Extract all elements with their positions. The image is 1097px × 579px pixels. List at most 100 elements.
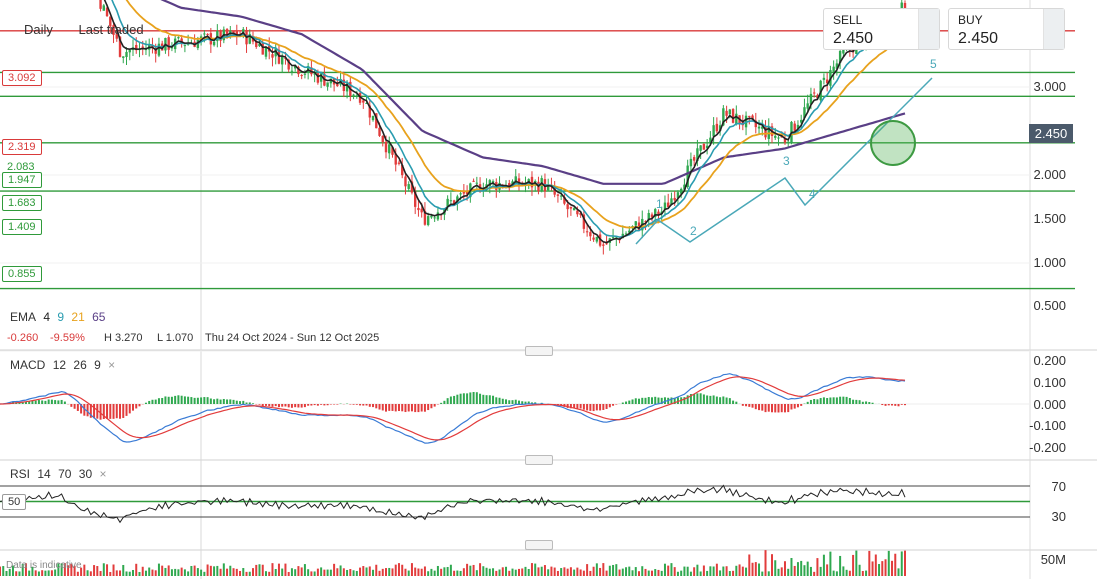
- pane-resize-handle[interactable]: [525, 540, 553, 550]
- sell-button[interactable]: SELL 2.450: [823, 8, 940, 50]
- volume-bar: [346, 569, 349, 576]
- volume-bar: [524, 566, 527, 576]
- macd-bar: [297, 404, 300, 408]
- macd-bar: [177, 395, 180, 404]
- macd-bar: [73, 404, 76, 409]
- macd-bar: [904, 404, 906, 406]
- volume-bar: [443, 567, 446, 576]
- macd-bar: [501, 398, 504, 404]
- volume-bar: [352, 570, 355, 576]
- buy-button[interactable]: BUY 2.450: [948, 8, 1065, 50]
- macd-bar: [644, 397, 647, 404]
- macd-close-icon[interactable]: ×: [108, 358, 115, 372]
- volume-bar: [680, 570, 683, 576]
- volume-bar: [297, 566, 300, 576]
- macd-bar: [709, 395, 712, 404]
- volume-bar: [573, 569, 576, 576]
- candle-body: [731, 109, 735, 123]
- volume-bar: [122, 564, 125, 576]
- volume-bar: [712, 566, 715, 576]
- volume-bar: [800, 560, 803, 576]
- macd-bar: [303, 404, 306, 408]
- level-label-1947: 1.947: [2, 172, 42, 188]
- current-price-marker: 2.450: [1029, 124, 1073, 143]
- rsi-close-icon[interactable]: ×: [99, 467, 106, 481]
- macd-bar: [469, 392, 472, 404]
- macd-tick-0200: 0.200: [1033, 353, 1066, 368]
- macd-bar: [138, 404, 141, 407]
- macd-bar: [404, 404, 407, 413]
- macd-bar: [634, 398, 637, 404]
- macd-bar: [696, 393, 699, 404]
- macd-bar: [865, 401, 868, 404]
- volume-bar: [196, 568, 199, 576]
- candle-body: [388, 144, 391, 154]
- macd-bar: [242, 400, 245, 404]
- volume-bar: [459, 570, 462, 576]
- pane-resize-handle[interactable]: [525, 346, 553, 356]
- candle-body: [407, 184, 410, 189]
- candle-body: [812, 92, 816, 94]
- volume-bar: [180, 567, 183, 576]
- volume-bar: [835, 571, 838, 576]
- volume-bar: [822, 554, 825, 576]
- candle-body: [692, 157, 696, 161]
- volume-bar: [745, 567, 748, 576]
- volume-bar: [401, 564, 404, 576]
- candle-body: [689, 158, 693, 167]
- ema-period-21: 21: [71, 310, 85, 324]
- volume-bar: [722, 566, 725, 576]
- candle-body: [777, 137, 780, 139]
- macd-bar: [154, 399, 157, 404]
- candle-body: [384, 141, 388, 153]
- volume-bar: [771, 554, 774, 576]
- volume-bar: [787, 568, 790, 576]
- macd-bar: [835, 397, 838, 404]
- volume-bar: [342, 568, 345, 576]
- volume-bar: [255, 564, 258, 576]
- macd-bar: [508, 400, 511, 404]
- volume-bar: [767, 571, 770, 576]
- interval-selector[interactable]: Daily: [24, 22, 53, 37]
- volume-bar: [884, 559, 887, 576]
- macd-bar: [712, 395, 715, 404]
- volume-bar: [200, 569, 203, 576]
- volume-bar: [650, 570, 653, 576]
- macd-bar: [316, 404, 319, 406]
- macd-bar: [375, 404, 378, 409]
- volume-bar: [326, 569, 329, 576]
- volume-bar: [495, 570, 498, 576]
- stat-change-pct: -9.59%: [50, 332, 85, 344]
- macd-bar: [748, 404, 751, 407]
- price-chart[interactable]: 12345: [0, 0, 1097, 579]
- macd-bar: [365, 404, 368, 406]
- macd-bar: [475, 392, 478, 404]
- macd-bar: [826, 398, 829, 404]
- volume-bar: [313, 571, 316, 576]
- macd-bar: [449, 396, 452, 404]
- rsi-tick-30: 30: [1051, 509, 1066, 524]
- volume-bar: [96, 566, 99, 576]
- volume-bar: [534, 563, 537, 576]
- volume-bar: [83, 564, 86, 576]
- candle-body: [290, 70, 294, 72]
- candle-body: [206, 33, 209, 35]
- macd-bar: [891, 404, 894, 406]
- candle-body: [699, 145, 702, 151]
- volume-bar: [556, 570, 559, 576]
- volume-bar: [336, 568, 339, 576]
- volume-bar: [141, 566, 144, 576]
- macd-bar: [122, 404, 125, 418]
- volume-bar: [294, 569, 297, 576]
- candle-body: [397, 162, 401, 164]
- macd-bar: [235, 400, 238, 404]
- pane-resize-handle[interactable]: [525, 455, 553, 465]
- volume-bar: [783, 561, 786, 576]
- volume-bar: [738, 564, 741, 576]
- candle-body: [728, 109, 732, 115]
- volume-bar: [796, 562, 799, 576]
- wave-label-3: 3: [783, 154, 790, 168]
- volume-bar: [433, 570, 436, 576]
- price-type-selector[interactable]: Last traded: [79, 22, 144, 37]
- macd-bar: [728, 398, 731, 404]
